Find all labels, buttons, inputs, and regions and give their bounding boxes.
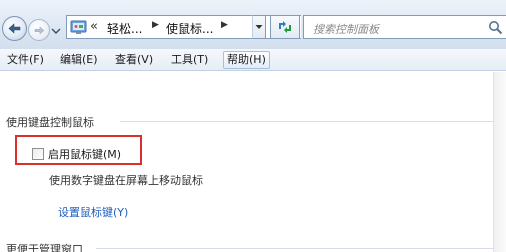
breadcrumb-item[interactable]: 使鼠标...: [166, 20, 213, 37]
recent-pages-dropdown-icon[interactable]: [51, 27, 61, 35]
section-title: 使用键盘控制鼠标: [6, 116, 94, 129]
control-panel-icon: [70, 20, 87, 34]
address-history-dropdown[interactable]: [252, 15, 266, 39]
set-up-mouse-keys-link[interactable]: 设置鼠标键(Y): [58, 204, 128, 220]
navigation-bar: « 轻松... ▶ 使鼠标... ▶ 搜索控制面板: [0, 0, 506, 49]
search-icon[interactable]: [488, 20, 503, 35]
menu-bar: 文件(F) 编辑(E) 查看(V) 工具(T) 帮助(H): [0, 49, 506, 71]
section-title-window-management: 更便于管理窗口: [6, 243, 83, 252]
vertical-scrollbar[interactable]: [493, 72, 506, 252]
breadcrumb-separator-icon[interactable]: ▶: [221, 20, 228, 30]
menu-tools[interactable]: 工具(T): [168, 51, 211, 69]
section-divider: [96, 248, 493, 249]
enable-mouse-keys-label[interactable]: 启用鼠标键(M): [48, 146, 121, 162]
hidden-path-chevrons[interactable]: «: [90, 19, 98, 34]
refresh-icon: [279, 21, 291, 33]
forward-button[interactable]: [28, 19, 50, 41]
menu-file[interactable]: 文件(F): [4, 51, 47, 69]
forward-arrow-icon: [34, 25, 44, 35]
mouse-keys-description: 使用数字键盘在屏幕上移动鼠标: [49, 174, 203, 187]
back-button[interactable]: [2, 16, 27, 41]
enable-mouse-keys-checkbox[interactable]: [32, 148, 44, 160]
chevron-down-icon: [255, 25, 263, 29]
breadcrumb-separator-icon[interactable]: ▶: [152, 20, 159, 30]
breadcrumb-item[interactable]: 轻松...: [107, 20, 142, 37]
section-divider: [120, 121, 493, 122]
menu-help[interactable]: 帮助(H): [223, 51, 270, 69]
refresh-button[interactable]: [270, 15, 300, 39]
search-placeholder: 搜索控制面板: [313, 23, 379, 36]
search-field[interactable]: 搜索控制面板: [303, 15, 506, 39]
menu-view[interactable]: 查看(V): [112, 51, 156, 69]
back-arrow-icon: [8, 23, 21, 34]
menu-edit[interactable]: 编辑(E): [57, 51, 101, 69]
